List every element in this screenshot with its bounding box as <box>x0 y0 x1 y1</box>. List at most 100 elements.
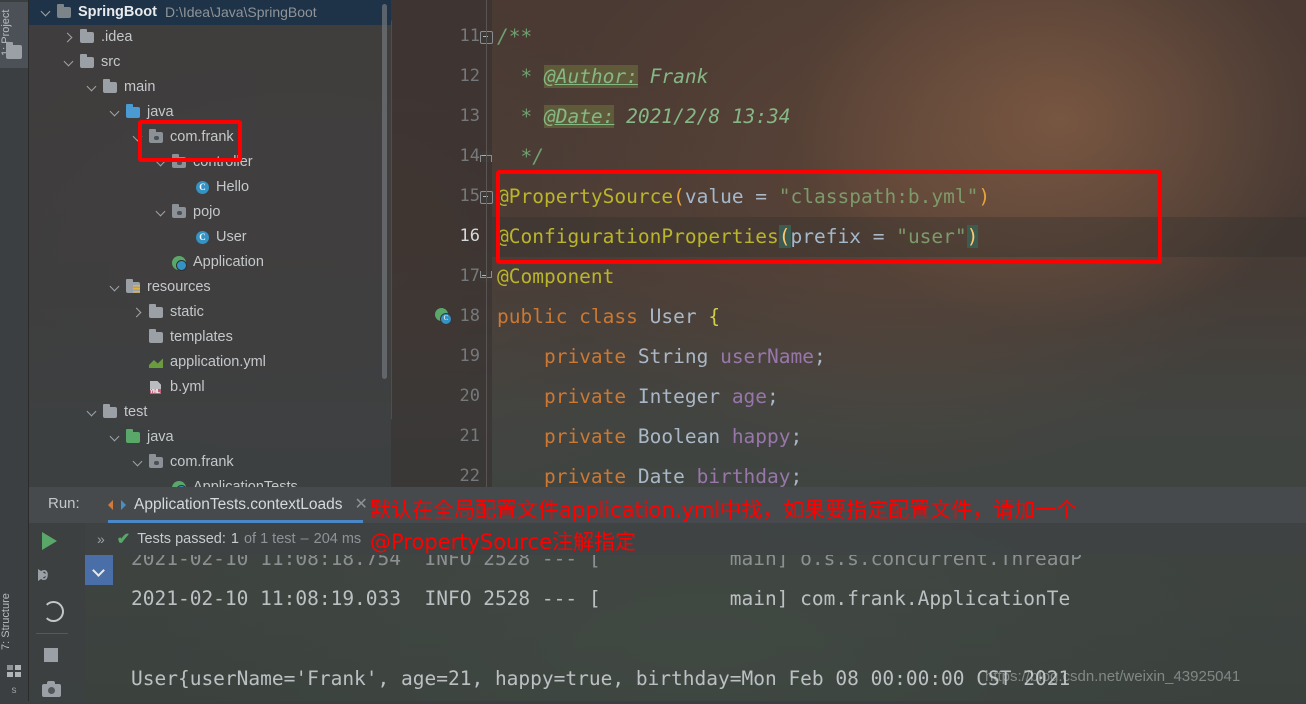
project-scrollbar[interactable] <box>382 4 387 379</box>
tree-item-label: User <box>216 229 247 245</box>
code-token: private <box>543 425 638 448</box>
chevron-down-icon[interactable] <box>155 206 168 219</box>
tree-item-hello[interactable]: C Hello <box>28 175 391 200</box>
rerun-failed-tests-icon[interactable]: 9 <box>37 563 65 589</box>
code-token: User <box>649 305 697 328</box>
toggle-auto-test-icon[interactable] <box>39 597 65 623</box>
code-token: * <box>497 65 544 88</box>
tree-item-main[interactable]: main <box>28 75 391 100</box>
fold-column-line <box>486 0 487 487</box>
code-token: @Component <box>497 265 615 288</box>
expand-chevrons-icon[interactable]: » <box>97 531 105 547</box>
tree-item-templates[interactable]: templates <box>28 325 391 350</box>
code-line[interactable]: * @Author: Frank <box>497 57 708 97</box>
code-line[interactable]: /** <box>497 17 532 57</box>
annotation-text-line2: @PropertySource注解指定 <box>370 530 636 554</box>
tree-item-label: .idea <box>101 29 133 45</box>
editor-gutter[interactable]: 11 12 13 14 15 16 17 18 C 19 20 21 22 <box>391 0 493 487</box>
code-line[interactable]: private Boolean happy; <box>497 417 802 457</box>
code-token: { <box>708 305 721 328</box>
tree-item-pojo[interactable]: pojo <box>28 200 391 225</box>
test-source-folder-icon <box>125 429 142 445</box>
stop-icon[interactable] <box>39 643 65 669</box>
code-line[interactable]: * @Date: 2021/2/8 13:34 <box>497 97 791 137</box>
run-toolbar[interactable]: 9 <box>28 523 85 701</box>
chevron-down-icon[interactable] <box>132 456 145 469</box>
tree-item-label: pojo <box>193 204 221 220</box>
run-play-icon[interactable] <box>39 529 65 555</box>
chevron-down-icon[interactable] <box>85 555 113 585</box>
tree-item-static[interactable]: static <box>28 300 391 325</box>
test-status-bar: » ✔ Tests passed: 1 of 1 test – 204 ms <box>85 523 1306 555</box>
tests-passed-count: 1 <box>230 531 239 547</box>
red-highlight-box-annotations <box>496 170 1162 264</box>
chevron-right-icon[interactable] <box>63 31 76 44</box>
chevron-down-icon[interactable] <box>109 431 122 444</box>
tests-passed-label: Tests passed: <box>137 531 226 547</box>
code-token: public class <box>497 305 650 328</box>
project-tool-window[interactable]: SpringBoot D:\Idea\Java\SpringBoot .idea sr… <box>28 0 391 487</box>
code-token: @Author: <box>543 65 638 88</box>
folder-icon <box>148 329 165 345</box>
code-token: ; <box>790 465 803 487</box>
tree-item-label: b.yml <box>170 379 205 395</box>
code-token: happy <box>731 425 791 448</box>
tree-item-resources[interactable]: resources <box>28 275 391 300</box>
folder-icon <box>79 54 96 70</box>
gutter-line-number: 19 <box>459 346 480 366</box>
chevron-down-icon[interactable] <box>86 406 99 419</box>
folder-icon <box>79 29 96 45</box>
code-token: ; <box>814 345 826 368</box>
code-line[interactable]: public class User { <box>497 297 720 337</box>
tree-item-springboot[interactable]: SpringBoot D:\Idea\Java\SpringBoot <box>28 0 391 25</box>
console-line: User{userName='Frank', age=21, happy=tru… <box>131 667 1071 690</box>
tool-button-structure[interactable]: 7: Structure <box>0 583 28 661</box>
tree-item-label: templates <box>170 329 233 345</box>
chevron-down-icon[interactable] <box>63 56 76 69</box>
java-class-icon: C <box>194 230 211 245</box>
tree-item-label: application.yml <box>170 354 266 370</box>
chevron-down-icon[interactable] <box>109 281 122 294</box>
grid-icon <box>7 665 23 679</box>
chevron-down-icon[interactable] <box>109 106 122 119</box>
tree-item-label: ApplicationTests <box>193 479 298 487</box>
close-icon[interactable]: ✕ <box>355 497 368 513</box>
code-line[interactable]: private String userName; <box>497 337 826 377</box>
annotation-text-line1: 默认在全局配置文件application.yml中找，如果要指定配置文件，请加一… <box>370 498 1078 522</box>
folder-icon <box>148 304 165 320</box>
chevron-down-icon[interactable] <box>40 6 53 19</box>
code-token: Frank <box>637 65 709 88</box>
code-line[interactable]: private Date birthday; <box>497 457 802 487</box>
tree-item-application-yml[interactable]: application.yml <box>28 350 391 375</box>
gutter-line-number: 12 <box>459 66 480 86</box>
tree-item-user[interactable]: C User <box>28 225 391 250</box>
chevron-right-icon[interactable] <box>132 306 145 319</box>
resources-folder-icon <box>125 279 142 295</box>
project-tree[interactable]: SpringBoot D:\Idea\Java\SpringBoot .idea sr… <box>28 0 391 487</box>
export-test-results-icon[interactable] <box>39 678 65 704</box>
tree-item-test[interactable]: test <box>28 400 391 425</box>
tree-item-com-frank[interactable]: com.frank <box>28 450 391 475</box>
module-springboot-icon <box>56 4 73 20</box>
tests-duration: 204 ms <box>313 531 362 547</box>
code-token: ; <box>790 425 803 448</box>
code-line[interactable]: private Integer age; <box>497 377 779 417</box>
tree-item-applicationtests[interactable]: ApplicationTests <box>28 475 391 487</box>
tree-item-application[interactable]: Application <box>28 250 391 275</box>
tree-item-b-yml[interactable]: b.yml <box>28 375 391 400</box>
code-token: /** <box>497 25 533 48</box>
tree-item--idea[interactable]: .idea <box>28 25 391 50</box>
gutter-line-number: 21 <box>459 426 480 446</box>
code-token: private <box>543 385 638 408</box>
run-gutter-icon[interactable]: C <box>435 308 452 325</box>
chevron-down-icon[interactable] <box>86 81 99 94</box>
code-token: private <box>543 345 638 368</box>
run-tab[interactable]: ApplicationTests.contextLoads ✕ <box>108 487 368 523</box>
tree-item-java[interactable]: java <box>28 425 391 450</box>
java-class-icon: C <box>194 180 211 195</box>
tree-item-src[interactable]: src <box>28 50 391 75</box>
